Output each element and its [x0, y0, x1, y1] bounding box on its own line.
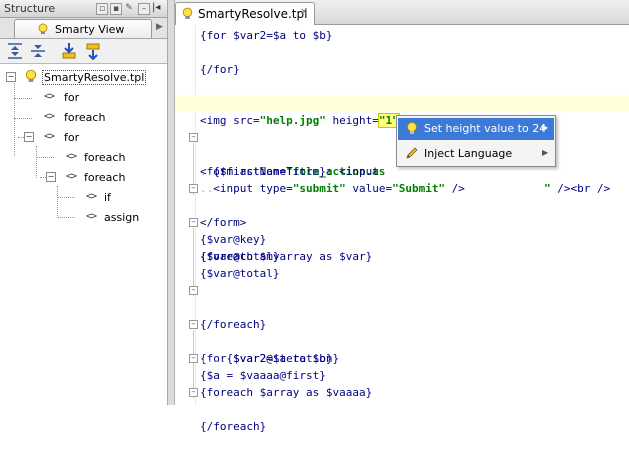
fold-icon[interactable]: − [189, 388, 198, 397]
menu-item-label: Inject Language [424, 147, 513, 160]
code-line: − {/foreach} [175, 282, 629, 331]
hide-panel-icon[interactable]: |◂ [152, 2, 160, 13]
tab-scroll-right-icon[interactable]: ▶ [156, 22, 163, 32]
splitter[interactable] [168, 0, 175, 405]
structure-panel: Structure ▫ ▪ ✎ – |◂ Smarty View ▶ − Sma… [0, 0, 168, 405]
tree-node-file[interactable]: − SmartyResolve.tpl [6, 68, 156, 86]
editor-panel: SmartyResolve.tpl ✕ {for $var2=$a to $b}… [175, 0, 629, 433]
tab-smarty-view[interactable]: Smarty View [14, 19, 152, 38]
pencil-icon [406, 147, 418, 159]
pin-icon[interactable]: ✎ [124, 3, 134, 13]
menu-item-set-height[interactable]: Set height value to 24 ▶ [398, 118, 554, 140]
bulb-icon [407, 122, 417, 134]
tree-node[interactable]: <> assign [86, 208, 156, 226]
tree-node-label: for [64, 131, 80, 144]
fold-icon[interactable]: − [189, 320, 198, 329]
fold-icon[interactable]: − [189, 184, 198, 193]
editor-tabs: SmartyResolve.tpl ✕ [175, 0, 629, 25]
code-line: {$a = $vaaaa@first} [200, 369, 326, 382]
menu-item-label: Set height value to 24 [424, 122, 547, 135]
tree-node[interactable]: <> if [86, 188, 146, 206]
code-line: {/for} [200, 63, 240, 76]
tree-node-label: SmartyResolve.tpl [42, 70, 147, 85]
code-line: {$var@key} [200, 233, 267, 246]
tree-node[interactable]: − <> for [24, 128, 148, 146]
tree-node[interactable]: <> foreach [44, 108, 144, 126]
bulb-icon [38, 23, 48, 34]
dock-icon[interactable]: ▪ [110, 3, 122, 15]
structure-tabs: Smarty View ▶ [0, 18, 167, 39]
tag-icon: <> [44, 91, 55, 102]
bulb-icon [25, 69, 37, 82]
fold-icon[interactable]: − [189, 354, 198, 363]
intention-popup: Set height value to 24 ▶ Inject Language… [396, 115, 556, 167]
collapse-all-icon[interactable] [29, 42, 47, 60]
tag-icon: <> [66, 151, 77, 162]
bulb-icon [182, 7, 193, 19]
sort-icon[interactable] [60, 42, 78, 60]
tag-icon: <> [44, 111, 55, 122]
filter-icon[interactable] [84, 42, 102, 60]
submenu-arrow-icon: ▶ [542, 148, 549, 157]
structure-toolbar [0, 39, 167, 64]
structure-title: Structure [4, 2, 56, 15]
fold-icon[interactable]: − [189, 133, 198, 142]
tree-node-label: assign [104, 211, 140, 224]
tag-icon: <> [86, 191, 97, 202]
code-line: − {/foreach} [175, 384, 629, 433]
submenu-arrow-icon: ▶ [542, 123, 549, 132]
tree-node-label: foreach [64, 111, 106, 124]
collapse-toggle-icon[interactable]: − [24, 132, 34, 142]
float-icon[interactable]: ▫ [96, 3, 108, 15]
tag-icon: <> [44, 131, 55, 142]
menu-item-inject-language[interactable]: Inject Language ▶ [398, 143, 554, 165]
tab-smartyresolve[interactable]: SmartyResolve.tpl ✕ [175, 2, 315, 25]
code-line: {$var@total} [200, 267, 280, 280]
code-line-current: <img src="help.jpg" height="1"> [175, 95, 629, 128]
collapse-toggle-icon[interactable]: − [6, 72, 16, 82]
expand-all-icon[interactable] [6, 42, 24, 60]
tab-label: SmartyResolve.tpl [198, 7, 308, 21]
close-tab-icon[interactable]: ✕ [300, 7, 308, 18]
tree-node-label: foreach [84, 171, 126, 184]
code-line: − {for $var2=$a to $b} [175, 316, 629, 365]
tag-icon: <> [66, 171, 77, 182]
fold-icon[interactable]: − [189, 218, 198, 227]
code-line: {$var@total} [200, 250, 280, 263]
tree-node[interactable]: − <> foreach [46, 168, 160, 186]
code-line: − {foreach $myarray as $var} [175, 214, 629, 263]
structure-title-bar: Structure ▫ ▪ ✎ – |◂ [0, 0, 167, 18]
minimize-icon[interactable]: – [138, 3, 150, 15]
tree-node-label: foreach [84, 151, 126, 164]
code-line: − {foreach $array as $vaaaa} [175, 350, 629, 399]
tree-node-label: if [104, 191, 111, 204]
tree-node[interactable]: <> foreach [66, 148, 166, 166]
tree-node[interactable]: <> for [44, 88, 144, 106]
code-line: ....{$var2@iteration} [200, 352, 340, 365]
tab-smarty-view-label: Smarty View [55, 23, 125, 36]
tag-icon: <> [86, 211, 97, 222]
tree-node-label: for [64, 91, 80, 104]
code-line: − </form> [175, 180, 629, 229]
code-line: {for $var2=$a to $b} [200, 29, 333, 42]
collapse-toggle-icon[interactable]: − [46, 172, 56, 182]
fold-icon[interactable]: − [189, 286, 198, 295]
